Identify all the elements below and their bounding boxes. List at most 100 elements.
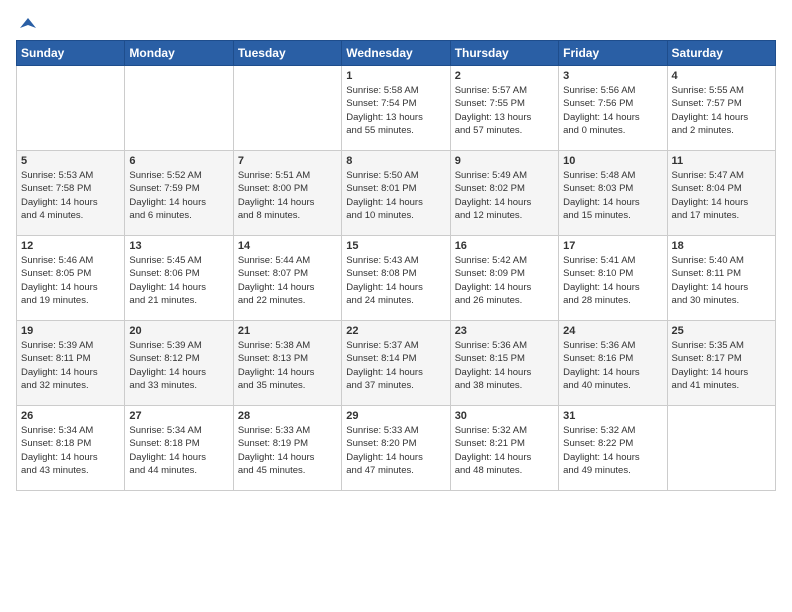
page-header — [16, 16, 776, 32]
day-number: 12 — [21, 240, 120, 252]
header-sunday: Sunday — [17, 41, 125, 66]
day-number: 2 — [455, 70, 554, 82]
day-cell — [233, 66, 341, 151]
day-info: Sunrise: 5:33 AM Sunset: 8:19 PM Dayligh… — [238, 424, 337, 477]
day-cell: 11Sunrise: 5:47 AM Sunset: 8:04 PM Dayli… — [667, 151, 775, 236]
day-number: 27 — [129, 410, 228, 422]
day-info: Sunrise: 5:34 AM Sunset: 8:18 PM Dayligh… — [21, 424, 120, 477]
logo — [16, 16, 38, 32]
day-cell: 28 Sunrise: 5:33 AM Sunset: 8:19 PM Dayli… — [233, 406, 341, 491]
day-number: 5 — [21, 155, 120, 167]
day-cell: 12 Sunrise: 5:46 AM Sunset: 8:05 PM Dayli… — [17, 236, 125, 321]
header-row: SundayMondayTuesdayWednesdayThursdayFrid… — [17, 41, 776, 66]
day-number: 3 — [563, 70, 662, 82]
day-info: Sunrise: 5:41 AM Sunset: 8:10 PM Dayligh… — [563, 254, 662, 307]
day-info: Sunrise: 5:48 AM Sunset: 8:03 PM Dayligh… — [563, 169, 662, 222]
day-cell: 18 Sunrise: 5:40 AM Sunset: 8:11 PM Dayli… — [667, 236, 775, 321]
day-number: 23 — [455, 325, 554, 337]
day-cell: 27 Sunrise: 5:34 AM Sunset: 8:18 PM Dayli… — [125, 406, 233, 491]
header-monday: Monday — [125, 41, 233, 66]
day-cell: 8 Sunrise: 5:50 AM Sunset: 8:01 PM Daylig… — [342, 151, 450, 236]
day-info: Sunrise: 5:40 AM Sunset: 8:11 PM Dayligh… — [672, 254, 771, 307]
day-number: 18 — [672, 240, 771, 252]
day-cell: 30 Sunrise: 5:32 AM Sunset: 8:21 PM Dayli… — [450, 406, 558, 491]
day-cell: 5 Sunrise: 5:53 AM Sunset: 7:58 PM Daylig… — [17, 151, 125, 236]
week-row-5: 26 Sunrise: 5:34 AM Sunset: 8:18 PM Dayli… — [17, 406, 776, 491]
week-row-2: 5 Sunrise: 5:53 AM Sunset: 7:58 PM Daylig… — [17, 151, 776, 236]
day-number: 24 — [563, 325, 662, 337]
header-friday: Friday — [559, 41, 667, 66]
day-info: Sunrise: 5:32 AM Sunset: 8:22 PM Dayligh… — [563, 424, 662, 477]
day-number: 19 — [21, 325, 120, 337]
day-cell: 3 Sunrise: 5:56 AM Sunset: 7:56 PM Daylig… — [559, 66, 667, 151]
day-cell — [667, 406, 775, 491]
day-number: 11 — [672, 155, 771, 167]
day-number: 4 — [672, 70, 771, 82]
day-cell: 21 Sunrise: 5:38 AM Sunset: 8:13 PM Dayli… — [233, 321, 341, 406]
day-cell: 23 Sunrise: 5:36 AM Sunset: 8:15 PM Dayli… — [450, 321, 558, 406]
day-number: 17 — [563, 240, 662, 252]
day-info: Sunrise: 5:49 AM Sunset: 8:02 PM Dayligh… — [455, 169, 554, 222]
day-number: 31 — [563, 410, 662, 422]
day-info: Sunrise: 5:52 AM Sunset: 7:59 PM Dayligh… — [129, 169, 228, 222]
day-cell: 24 Sunrise: 5:36 AM Sunset: 8:16 PM Dayli… — [559, 321, 667, 406]
day-info: Sunrise: 5:51 AM Sunset: 8:00 PM Dayligh… — [238, 169, 337, 222]
day-cell: 15 Sunrise: 5:43 AM Sunset: 8:08 PM Dayli… — [342, 236, 450, 321]
day-number: 16 — [455, 240, 554, 252]
day-cell: 4Sunrise: 5:55 AM Sunset: 7:57 PM Daylig… — [667, 66, 775, 151]
day-info: Sunrise: 5:38 AM Sunset: 8:13 PM Dayligh… — [238, 339, 337, 392]
day-cell: 20 Sunrise: 5:39 AM Sunset: 8:12 PM Dayli… — [125, 321, 233, 406]
day-info: Sunrise: 5:58 AM Sunset: 7:54 PM Dayligh… — [346, 84, 445, 137]
day-info: Sunrise: 5:39 AM Sunset: 8:12 PM Dayligh… — [129, 339, 228, 392]
day-info: Sunrise: 5:36 AM Sunset: 8:15 PM Dayligh… — [455, 339, 554, 392]
day-number: 10 — [563, 155, 662, 167]
day-info: Sunrise: 5:39 AM Sunset: 8:11 PM Dayligh… — [21, 339, 120, 392]
day-info: Sunrise: 5:34 AM Sunset: 8:18 PM Dayligh… — [129, 424, 228, 477]
day-number: 20 — [129, 325, 228, 337]
day-cell: 7 Sunrise: 5:51 AM Sunset: 8:00 PM Daylig… — [233, 151, 341, 236]
day-info: Sunrise: 5:50 AM Sunset: 8:01 PM Dayligh… — [346, 169, 445, 222]
day-info: Sunrise: 5:33 AM Sunset: 8:20 PM Dayligh… — [346, 424, 445, 477]
week-row-3: 12 Sunrise: 5:46 AM Sunset: 8:05 PM Dayli… — [17, 236, 776, 321]
day-cell: 16 Sunrise: 5:42 AM Sunset: 8:09 PM Dayli… — [450, 236, 558, 321]
day-number: 6 — [129, 155, 228, 167]
day-cell: 13Sunrise: 5:45 AM Sunset: 8:06 PM Dayli… — [125, 236, 233, 321]
day-info: Sunrise: 5:35 AM Sunset: 8:17 PM Dayligh… — [672, 339, 771, 392]
day-cell: 2Sunrise: 5:57 AM Sunset: 7:55 PM Daylig… — [450, 66, 558, 151]
day-cell: 26 Sunrise: 5:34 AM Sunset: 8:18 PM Dayli… — [17, 406, 125, 491]
day-number: 1 — [346, 70, 445, 82]
day-number: 21 — [238, 325, 337, 337]
day-cell: 6 Sunrise: 5:52 AM Sunset: 7:59 PM Daylig… — [125, 151, 233, 236]
day-number: 26 — [21, 410, 120, 422]
logo-icon — [18, 16, 38, 36]
day-number: 15 — [346, 240, 445, 252]
day-info: Sunrise: 5:46 AM Sunset: 8:05 PM Dayligh… — [21, 254, 120, 307]
day-info: Sunrise: 5:36 AM Sunset: 8:16 PM Dayligh… — [563, 339, 662, 392]
calendar-header: SundayMondayTuesdayWednesdayThursdayFrid… — [17, 41, 776, 66]
day-cell: 9 Sunrise: 5:49 AM Sunset: 8:02 PM Daylig… — [450, 151, 558, 236]
day-info: Sunrise: 5:53 AM Sunset: 7:58 PM Dayligh… — [21, 169, 120, 222]
day-number: 9 — [455, 155, 554, 167]
day-number: 29 — [346, 410, 445, 422]
day-cell: 17 Sunrise: 5:41 AM Sunset: 8:10 PM Dayli… — [559, 236, 667, 321]
day-number: 7 — [238, 155, 337, 167]
day-number: 28 — [238, 410, 337, 422]
header-thursday: Thursday — [450, 41, 558, 66]
day-info: Sunrise: 5:45 AM Sunset: 8:06 PM Dayligh… — [129, 254, 228, 307]
day-info: Sunrise: 5:37 AM Sunset: 8:14 PM Dayligh… — [346, 339, 445, 392]
day-info: Sunrise: 5:42 AM Sunset: 8:09 PM Dayligh… — [455, 254, 554, 307]
day-number: 14 — [238, 240, 337, 252]
calendar-body: 1 Sunrise: 5:58 AM Sunset: 7:54 PM Daylig… — [17, 66, 776, 491]
day-cell: 1 Sunrise: 5:58 AM Sunset: 7:54 PM Daylig… — [342, 66, 450, 151]
day-cell: 19 Sunrise: 5:39 AM Sunset: 8:11 PM Dayli… — [17, 321, 125, 406]
day-number: 22 — [346, 325, 445, 337]
day-info: Sunrise: 5:56 AM Sunset: 7:56 PM Dayligh… — [563, 84, 662, 137]
day-cell: 29 Sunrise: 5:33 AM Sunset: 8:20 PM Dayli… — [342, 406, 450, 491]
day-cell: 22 Sunrise: 5:37 AM Sunset: 8:14 PM Dayli… — [342, 321, 450, 406]
day-info: Sunrise: 5:43 AM Sunset: 8:08 PM Dayligh… — [346, 254, 445, 307]
header-tuesday: Tuesday — [233, 41, 341, 66]
day-number: 30 — [455, 410, 554, 422]
day-cell: 10 Sunrise: 5:48 AM Sunset: 8:03 PM Dayli… — [559, 151, 667, 236]
day-info: Sunrise: 5:32 AM Sunset: 8:21 PM Dayligh… — [455, 424, 554, 477]
day-number: 8 — [346, 155, 445, 167]
